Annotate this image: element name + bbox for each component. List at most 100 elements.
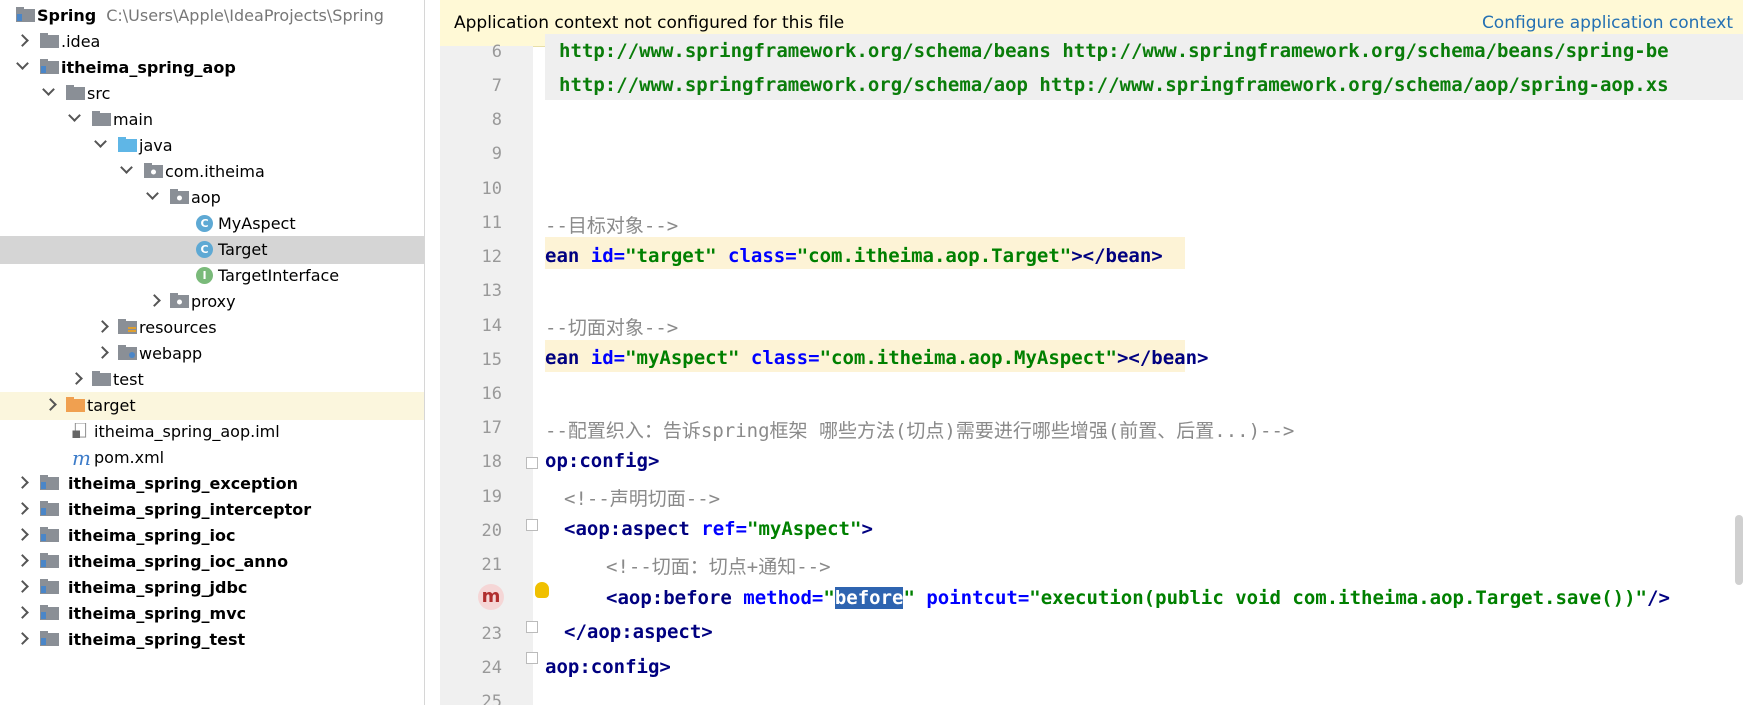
chevron-down-icon[interactable]	[120, 161, 133, 174]
chevron-right-icon[interactable]	[16, 502, 29, 515]
tree-item-module[interactable]: itheima_spring_test	[0, 626, 424, 654]
folder-icon	[40, 33, 59, 48]
attr-name: class=	[739, 347, 820, 369]
tree-item-label: target	[87, 396, 136, 415]
line-number: 15	[481, 350, 502, 370]
chevron-right-icon[interactable]	[16, 554, 29, 567]
tree-item-module[interactable]: itheima_spring_exception	[0, 470, 424, 498]
method-marker-icon[interactable]: m	[478, 584, 504, 610]
chevron-right-icon[interactable]	[16, 606, 29, 619]
chevron-right-icon[interactable]	[44, 398, 57, 411]
line-number: 19	[481, 487, 502, 507]
tree-item-src[interactable]: src	[0, 80, 424, 108]
line-number: 9	[491, 144, 502, 164]
tree-item-module[interactable]: itheima_spring_interceptor	[0, 496, 424, 524]
chevron-down-icon[interactable]	[94, 135, 107, 148]
code-line-6: http://www.springframework.org/schema/be…	[559, 40, 1669, 62]
tree-item-itheima-spring-aop[interactable]: itheima_spring_aop	[0, 54, 424, 82]
tree-item-target-folder[interactable]: target	[0, 392, 424, 420]
tree-item-label: pom.xml	[94, 448, 165, 467]
line-number: 7	[491, 76, 502, 96]
chevron-right-icon[interactable]	[148, 294, 161, 307]
tree-item-label: .idea	[61, 32, 101, 51]
code-line-11: --目标对象-->	[545, 215, 679, 237]
chevron-down-icon[interactable]	[42, 83, 55, 96]
tree-item-java[interactable]: java	[0, 132, 424, 160]
tree-item-target-class[interactable]: C Target	[0, 236, 424, 264]
tree-item-test[interactable]: test	[0, 366, 424, 394]
tree-item-label: aop	[191, 188, 221, 207]
tree-item-webapp[interactable]: webapp	[0, 340, 424, 368]
module-icon	[40, 605, 59, 620]
code-editor[interactable]: Application context not configured for t…	[440, 0, 1743, 705]
tree-item-label: webapp	[139, 344, 203, 363]
attr-value: "target"	[625, 245, 717, 267]
code-line-12: ean id="target" class="com.itheima.aop.T…	[545, 245, 1163, 267]
folder-icon	[92, 111, 111, 126]
tree-item-resources[interactable]: resources	[0, 314, 424, 342]
fold-marker-icon[interactable]	[526, 457, 538, 469]
chevron-right-icon[interactable]	[16, 34, 29, 47]
iml-icon	[72, 423, 87, 438]
fold-marker-icon[interactable]	[526, 519, 538, 531]
attr-quote: "	[823, 587, 835, 609]
package-icon	[170, 189, 189, 204]
tree-item-targetinterface[interactable]: I TargetInterface	[0, 262, 424, 290]
code-line-22: <aop:before method="before" pointcut="ex…	[606, 587, 1670, 609]
tree-item-label: itheima_spring_jdbc	[68, 578, 248, 597]
chevron-right-icon[interactable]	[96, 346, 109, 359]
project-tree: Spring C:\Users\Apple\IdeaProjects\Spring…	[0, 0, 425, 705]
tree-item-module[interactable]: itheima_spring_jdbc	[0, 574, 424, 602]
tree-item-module[interactable]: itheima_spring_ioc	[0, 522, 424, 550]
fold-marker-icon[interactable]	[526, 621, 538, 633]
tree-item-module[interactable]: itheima_spring_mvc	[0, 600, 424, 628]
fold-marker-icon[interactable]	[526, 652, 538, 664]
bulb-icon[interactable]	[535, 582, 549, 598]
tree-item-label: java	[139, 136, 173, 155]
source-folder-icon	[118, 137, 137, 152]
chevron-right-icon[interactable]	[16, 632, 29, 645]
chevron-right-icon[interactable]	[16, 476, 29, 489]
tree-item-main[interactable]: main	[0, 106, 424, 134]
code-line-7: http://www.springframework.org/schema/ao…	[559, 74, 1669, 96]
tree-item-pom[interactable]: m pom.xml	[0, 444, 424, 472]
line-number: 13	[481, 281, 502, 301]
line-number: 25	[481, 692, 502, 705]
module-icon	[40, 475, 59, 490]
code-line-15: ean id="myAspect" class="com.itheima.aop…	[545, 347, 1209, 369]
configure-context-link[interactable]: Configure application context	[1482, 13, 1733, 33]
chevron-down-icon[interactable]	[16, 57, 29, 70]
tag-fragment: ean	[545, 347, 591, 369]
maven-icon: m	[72, 446, 91, 470]
tree-item-root[interactable]: Spring C:\Users\Apple\IdeaProjects\Spring	[0, 2, 424, 30]
module-icon	[40, 631, 59, 646]
line-number: 21	[481, 555, 502, 575]
root-path: C:\Users\Apple\IdeaProjects\Spring	[106, 6, 384, 25]
tree-item-iml[interactable]: itheima_spring_aop.iml	[0, 418, 424, 446]
tree-item-label: itheima_spring_ioc_anno	[68, 552, 289, 571]
tree-item-label: itheima_spring_mvc	[68, 604, 247, 623]
tree-item-module[interactable]: itheima_spring_ioc_anno	[0, 548, 424, 576]
tree-item-aop[interactable]: aop	[0, 184, 424, 212]
tree-item-idea[interactable]: .idea	[0, 28, 424, 56]
attr-name: pointcut=	[914, 587, 1030, 609]
tree-item-proxy[interactable]: proxy	[0, 288, 424, 316]
chevron-right-icon[interactable]	[16, 528, 29, 541]
chevron-down-icon[interactable]	[146, 187, 159, 200]
tree-item-com-itheima[interactable]: com.itheima	[0, 158, 424, 186]
vertical-scrollbar[interactable]	[1735, 515, 1743, 585]
tree-item-label: itheima_spring_aop.iml	[94, 422, 280, 441]
tree-item-label: MyAspect	[218, 214, 296, 233]
code-line-20: <aop:aspect ref="myAspect">	[564, 518, 873, 540]
chevron-down-icon[interactable]	[68, 109, 81, 122]
tag-fragment: ean	[545, 245, 591, 267]
tree-item-myaspect[interactable]: C MyAspect	[0, 210, 424, 238]
attr-value: "com.itheima.aop.MyAspect"	[819, 347, 1117, 369]
selected-text[interactable]: before	[834, 587, 904, 609]
tag-close: ></bean>	[1116, 347, 1209, 369]
chevron-right-icon[interactable]	[16, 580, 29, 593]
attr-name: id=	[590, 347, 626, 369]
chevron-right-icon[interactable]	[96, 320, 109, 333]
chevron-right-icon[interactable]	[70, 372, 83, 385]
web-folder-icon	[118, 345, 137, 360]
